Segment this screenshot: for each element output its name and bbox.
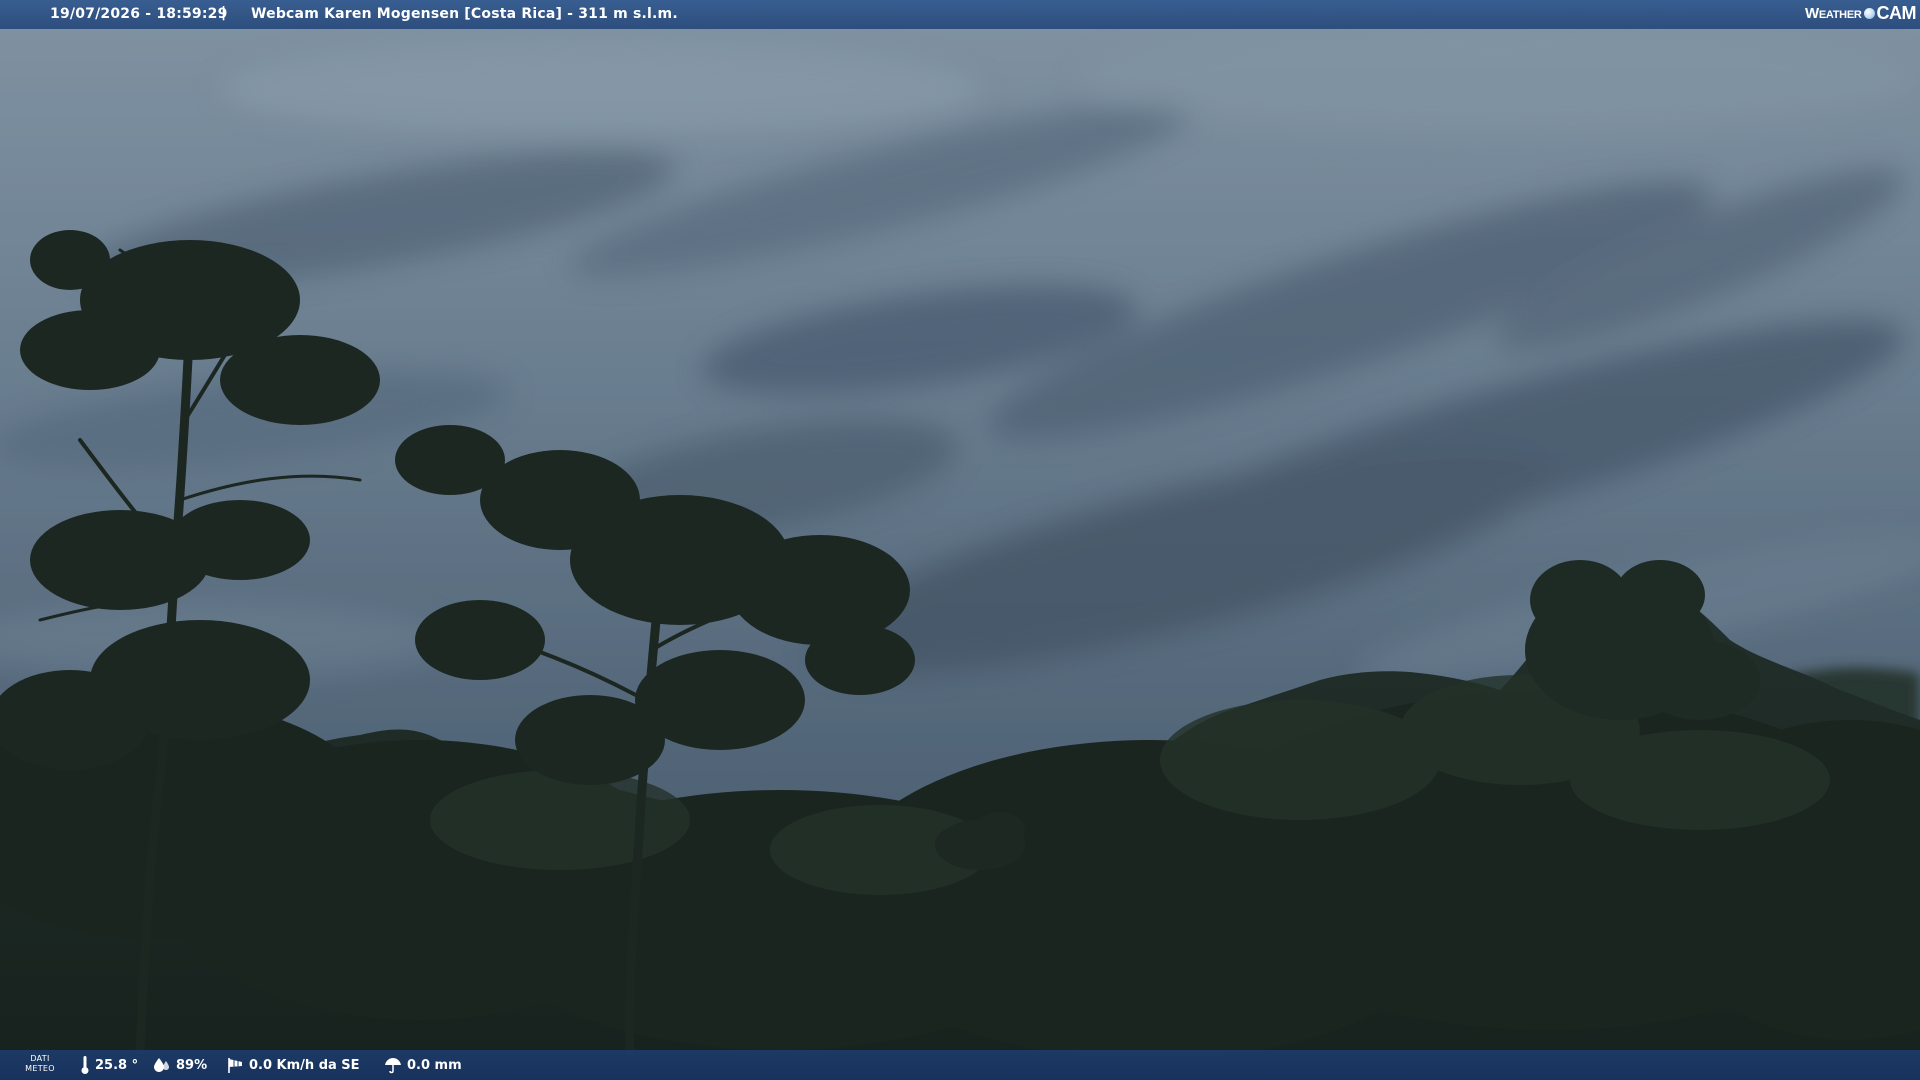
wind-reading: 0.0 Km/h da SE — [226, 1050, 360, 1080]
webcam-image — [0, 0, 1920, 1080]
rain-reading: 0.0 mm — [384, 1050, 462, 1080]
weathercam-logo: Weather CAM — [1805, 3, 1916, 24]
logo-text-weather: Weather — [1805, 5, 1862, 22]
wind-value: 0.0 Km/h da SE — [249, 1057, 360, 1073]
webcam-viewport: 19/07/2026 - 18:59:29 | Webcam Karen Mog… — [0, 0, 1920, 1080]
humidity-reading: 89% — [153, 1050, 207, 1080]
humidity-value: 89% — [176, 1057, 208, 1073]
weather-data-bar: DATI METEO 25.8 ° 89% 0.0 Km/h da SE 0.0… — [0, 1050, 1920, 1080]
windsock-icon — [228, 1058, 242, 1073]
umbrella-icon — [385, 1058, 401, 1074]
webcam-title: Webcam Karen Mogensen [Costa Rica] - 311… — [251, 6, 678, 22]
logo-text-cam: CAM — [1876, 3, 1917, 23]
header-bar: 19/07/2026 - 18:59:29 | Webcam Karen Mog… — [0, 0, 1920, 29]
humidity-drop-icon — [154, 1058, 169, 1072]
logo-globe-icon — [1863, 8, 1875, 19]
timestamp: 19/07/2026 - 18:59:29 — [50, 6, 228, 22]
thermometer-icon — [81, 1056, 89, 1074]
rain-value: 0.0 mm — [407, 1057, 462, 1073]
header-separator: | — [221, 5, 227, 21]
dati-meteo-label: DATI METEO — [25, 1054, 55, 1073]
temperature-value: 25.8 ° — [95, 1057, 139, 1073]
temperature-reading: 25.8 ° — [80, 1050, 138, 1080]
